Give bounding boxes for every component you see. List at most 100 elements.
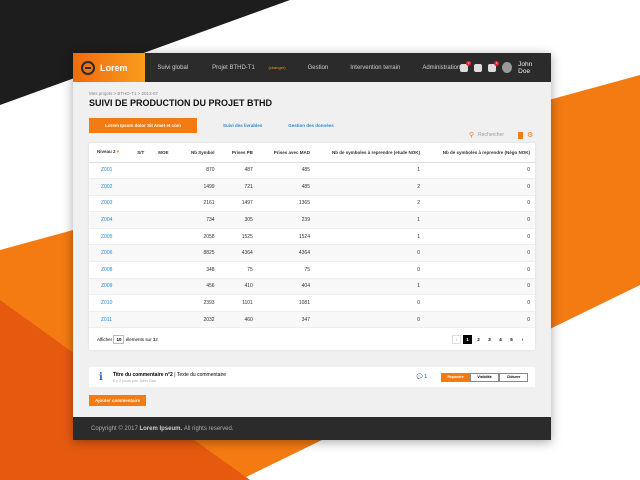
table-footer: Afficher 10 élements sur 32 ‹ 1 2 3 4 5 › bbox=[89, 328, 535, 350]
next-page-button[interactable]: › bbox=[518, 335, 527, 344]
table-cell: 1365 bbox=[257, 195, 315, 213]
table-cell: 0 bbox=[425, 195, 535, 213]
avatar[interactable] bbox=[502, 62, 513, 73]
column-header[interactable]: MOE bbox=[153, 143, 179, 163]
table-cell: 0 bbox=[425, 278, 535, 296]
row-link[interactable]: Z005 bbox=[89, 228, 133, 246]
page-button[interactable]: 5 bbox=[507, 335, 516, 344]
table-cell: 2 bbox=[315, 178, 425, 196]
logo-icon bbox=[81, 60, 95, 75]
page-title: SUIVI DE PRODUCTION DU PROJET BTHD bbox=[89, 98, 273, 108]
column-header[interactable]: Niveau 2 ▾ bbox=[89, 143, 133, 163]
table-cell: 2058 bbox=[178, 228, 220, 246]
table-cell: 404 bbox=[257, 278, 315, 296]
table-cell: 734 bbox=[178, 211, 220, 229]
table-cell bbox=[153, 311, 179, 329]
table-cell: 0 bbox=[315, 244, 425, 263]
tab-suivi-livrables[interactable]: Suivi des livrables bbox=[223, 123, 262, 128]
document-icon[interactable] bbox=[474, 63, 483, 72]
table-cell bbox=[153, 178, 179, 196]
row-link[interactable]: Z006 bbox=[89, 244, 133, 263]
column-header[interactable]: Prises PB bbox=[219, 143, 258, 163]
table-cell: 0 bbox=[315, 311, 425, 329]
row-link[interactable]: Z009 bbox=[89, 278, 133, 296]
logo[interactable]: Lorem bbox=[73, 53, 146, 82]
table-cell bbox=[153, 278, 179, 296]
close-comment-button[interactable]: Clôturer bbox=[499, 372, 528, 382]
row-link[interactable]: Z002 bbox=[89, 178, 133, 196]
table-cell: 721 bbox=[219, 178, 258, 196]
breadcrumb[interactable]: Mes projets > BTHD-T1 > 2013-07 bbox=[89, 91, 158, 96]
reply-button[interactable]: Répondre bbox=[441, 372, 470, 382]
chat-icon[interactable]: 2 bbox=[460, 60, 472, 72]
table-cell: 348 bbox=[178, 261, 220, 279]
sort-caret-icon[interactable]: ▾ bbox=[116, 149, 119, 154]
table-cell bbox=[153, 244, 179, 263]
column-header[interactable]: S/T bbox=[132, 143, 154, 163]
page-button[interactable]: 1 bbox=[463, 334, 472, 344]
table-cell: 0 bbox=[425, 311, 535, 329]
table-cell bbox=[153, 211, 179, 229]
table-row: Z011 2032 460 347 0 0 bbox=[89, 311, 535, 329]
table-row: Z003 2161 1497 1365 2 0 bbox=[89, 195, 535, 213]
page-button[interactable]: 3 bbox=[485, 335, 494, 344]
table-cell: 1 bbox=[315, 278, 425, 296]
table-cell bbox=[132, 195, 154, 213]
page-button[interactable]: 2 bbox=[474, 335, 483, 344]
alert-icon[interactable]: 1 bbox=[488, 60, 500, 72]
row-link[interactable]: Z001 bbox=[89, 162, 133, 180]
export-file-icon[interactable] bbox=[518, 131, 523, 139]
table-row: Z008 348 75 75 0 0 bbox=[89, 261, 535, 279]
column-header[interactable]: Nb de symboles à reprendre (etude NOK) bbox=[315, 143, 425, 163]
comment-item: i Titre du commentaire n°2 | Texte du co… bbox=[89, 367, 535, 387]
table-cell: 870 bbox=[178, 162, 220, 180]
comment-count[interactable]: 💬 1 bbox=[417, 374, 427, 380]
nav-suivi-global[interactable]: Suivi global bbox=[157, 65, 188, 71]
row-link[interactable]: Z011 bbox=[89, 311, 133, 329]
search-input[interactable]: Rechercher bbox=[478, 132, 504, 138]
gear-icon[interactable]: ⚙ bbox=[527, 131, 533, 139]
table-cell: 1 bbox=[315, 211, 425, 229]
visibility-button[interactable]: Visibilité bbox=[470, 372, 499, 382]
row-link[interactable]: Z003 bbox=[89, 195, 133, 213]
table-cell bbox=[132, 244, 154, 263]
nav-administration[interactable]: Administration bbox=[422, 65, 460, 71]
pagination: ‹ 1 2 3 4 5 › bbox=[452, 334, 527, 344]
row-link[interactable]: Z010 bbox=[89, 294, 133, 312]
total-label: élements sur 32 bbox=[125, 336, 158, 342]
prev-page-button[interactable]: ‹ bbox=[452, 334, 461, 344]
table-row: Z010 2393 1101 1081 0 0 bbox=[89, 294, 535, 312]
footer-copyright: Copyright © 2017 bbox=[91, 425, 138, 432]
table-cell: 1101 bbox=[219, 294, 258, 312]
table-cell: 0 bbox=[425, 162, 535, 180]
tab-lorem[interactable]: Lorem Ipsum dolor Sit Amet et com bbox=[89, 118, 197, 133]
nav-projet[interactable]: Projet BTHD-T1 (changer) bbox=[200, 65, 285, 71]
table-cell bbox=[132, 228, 154, 246]
table-row: Z006 8825 4364 4364 0 0 bbox=[89, 244, 535, 263]
table-cell: 1499 bbox=[178, 178, 220, 196]
comment-title: Titre du commentaire n°2 bbox=[112, 371, 173, 378]
table-cell: 456 bbox=[178, 278, 220, 296]
row-link[interactable]: Z008 bbox=[89, 261, 133, 279]
row-link[interactable]: Z004 bbox=[89, 211, 133, 229]
column-header[interactable]: Nb de symboles à reprendre (Négo NOK) bbox=[425, 143, 535, 163]
table-cell bbox=[132, 162, 154, 180]
table-cell: 1524 bbox=[257, 228, 315, 246]
user-name[interactable]: John Doe bbox=[518, 61, 543, 75]
page-size-select[interactable]: 10 bbox=[113, 334, 125, 344]
info-icon: i bbox=[99, 371, 103, 383]
table-cell: 0 bbox=[425, 211, 535, 229]
column-header[interactable]: Nb Symbol bbox=[178, 143, 220, 163]
column-header[interactable]: Prises avec MAD bbox=[257, 143, 315, 163]
nav-intervention-terrain[interactable]: Intervention terrain bbox=[350, 65, 400, 71]
table-cell: 2161 bbox=[178, 195, 220, 213]
table-cell: 1497 bbox=[219, 195, 258, 213]
add-comment-button[interactable]: Ajouter commentaire bbox=[89, 395, 147, 406]
change-project-link[interactable]: (changer) bbox=[268, 65, 285, 70]
search-icon[interactable]: ⚲ bbox=[469, 131, 474, 139]
nav-gestion[interactable]: Gestion bbox=[308, 65, 329, 71]
tab-gestion-donnees[interactable]: Gestion des données bbox=[288, 123, 334, 128]
table-cell bbox=[153, 195, 179, 213]
table-cell: 485 bbox=[257, 162, 315, 180]
page-button[interactable]: 4 bbox=[496, 335, 505, 344]
